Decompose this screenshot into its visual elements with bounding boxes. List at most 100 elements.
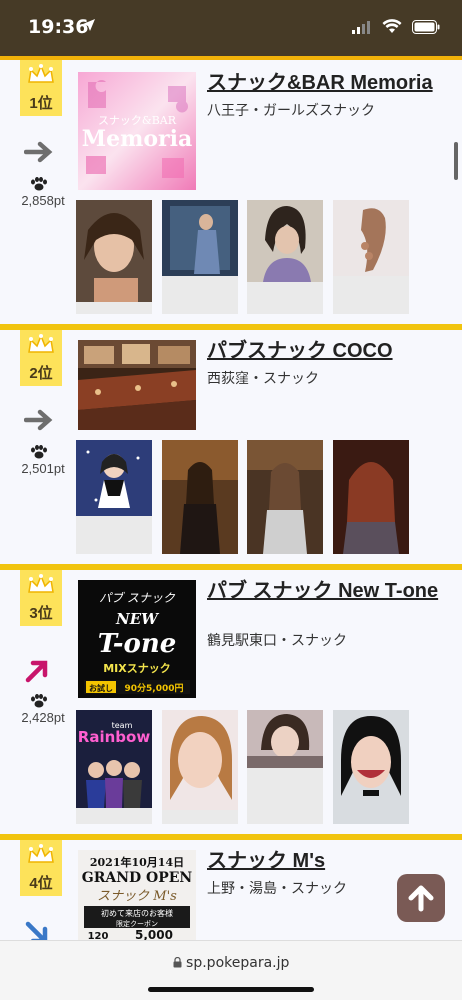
svg-text:お試し: お試し: [89, 683, 113, 693]
girl-photo-image: [247, 440, 323, 554]
svg-text:スナック M's: スナック M's: [97, 889, 177, 904]
svg-text:Memoria: Memoria: [82, 126, 193, 152]
shop-name-link[interactable]: パブ スナック New T-one: [207, 580, 447, 602]
girl-photo-image: [333, 440, 409, 554]
wifi-icon: [382, 19, 402, 33]
trend-down-arrow-icon: [25, 921, 48, 940]
lock-icon: [173, 956, 182, 968]
points: 2,428pt: [21, 710, 65, 725]
girl-photo-1[interactable]: team Rainbow: [76, 710, 152, 824]
shop-name-link[interactable]: パブスナック COCO: [207, 340, 447, 362]
battery-icon: [412, 19, 440, 34]
girl-photo-2[interactable]: [162, 710, 238, 824]
svg-text:120: 120: [88, 931, 109, 940]
svg-text:MIXスナック: MIXスナック: [103, 662, 171, 675]
rank-badge-bg: 2位: [20, 330, 62, 386]
svg-text:パブ スナック: パブ スナック: [99, 591, 176, 605]
rank-label: 1位: [29, 95, 53, 112]
trend-up-arrow-icon: [25, 660, 48, 683]
rank-card-3[interactable]: 3位 2,428pt パブ スナック NEW T-one MIXスナック お試し…: [0, 570, 462, 840]
svg-text:2021年10月14日: 2021年10月14日: [90, 855, 184, 869]
points: 2,501pt: [21, 461, 65, 476]
girl-photo-4[interactable]: [333, 440, 409, 554]
rank-badge: 4位: [20, 840, 62, 896]
svg-text:限定クーポン: 限定クーポン: [116, 919, 158, 928]
girl-photo-image: [76, 200, 152, 302]
rank-label: 2位: [29, 365, 53, 382]
shop-main-photo[interactable]: パブ スナック NEW T-one MIXスナック お試し 90分5,000円: [78, 580, 196, 698]
rank-card-4[interactable]: 4位 2021年10月14日 GRAND OPEN スナック M's 初めて来店…: [0, 840, 462, 940]
girl-photo-image: [247, 710, 323, 768]
rank-badge-bg: 3位: [20, 570, 62, 626]
girl-photo-image: [333, 200, 409, 276]
girl-photo-image: [162, 200, 238, 276]
shop-name-link[interactable]: スナック&BAR Memoria: [207, 72, 447, 94]
svg-text:NEW: NEW: [115, 610, 160, 628]
girl-photo-image: [333, 710, 409, 824]
svg-text:初めて来店のお客様: 初めて来店のお客様: [101, 908, 173, 918]
cellular-icon: [352, 20, 370, 34]
crown-icon: [28, 574, 54, 593]
home-indicator: [148, 987, 314, 992]
status-time: 19:36: [28, 16, 89, 38]
points: 2,858pt: [21, 193, 65, 208]
paw-icon: [31, 177, 47, 191]
url-domain: sp.pokepara.jp: [186, 955, 290, 971]
shop-area: 八王子・ガールズスナック: [207, 102, 375, 118]
bar-interior-photo: [78, 340, 196, 430]
paw-icon: [31, 445, 47, 459]
girl-photo-image: [247, 200, 323, 282]
rank-badge: 3位: [20, 570, 62, 626]
rank-card-2[interactable]: 2位 2,501pt パブスナック COCO 西荻窪・スナック: [0, 330, 462, 570]
memoria-logo: スナック&BAR Memoria: [78, 72, 196, 190]
new-tone-flyer: パブ スナック NEW T-one MIXスナック お試し 90分5,000円: [78, 580, 196, 698]
crown-icon: [28, 64, 54, 83]
shop-main-photo[interactable]: [78, 340, 196, 430]
status-icons: [352, 19, 440, 34]
url-display[interactable]: sp.pokepara.jp: [0, 955, 462, 971]
status-bar: 19:36: [0, 0, 462, 56]
girl-photo-3[interactable]: [247, 200, 323, 314]
girl-photo-2[interactable]: [162, 200, 238, 314]
svg-text:Rainbow: Rainbow: [78, 728, 151, 746]
rank-badge: 2位: [20, 330, 62, 386]
rank-badge-bg: 4位: [20, 840, 62, 896]
rank-card-1[interactable]: 1位 2,858pt スナック&BAR Memoria スナック&BAR Mem…: [0, 60, 462, 330]
arrow-up-icon: [408, 885, 434, 912]
girl-photo-image: team Rainbow: [76, 710, 152, 808]
svg-text:90分5,000円: 90分5,000円: [125, 682, 184, 694]
girl-photo-3[interactable]: [247, 710, 323, 824]
shop-name-link[interactable]: スナック M's: [207, 850, 447, 872]
rank-label: 4位: [29, 875, 53, 892]
rank-badge: 1位: [20, 60, 62, 116]
crown-icon: [28, 844, 54, 863]
ranking-list[interactable]: 1位 2,858pt スナック&BAR Memoria スナック&BAR Mem…: [0, 60, 462, 940]
trend-same-arrow-icon: [24, 141, 53, 163]
trend-same-arrow-icon: [24, 409, 53, 431]
shop-area: 鶴見駅東口・スナック: [207, 632, 347, 648]
grand-open-flyer: 2021年10月14日 GRAND OPEN スナック M's 初めて来店のお客…: [78, 850, 196, 940]
svg-text:T-one: T-one: [98, 629, 177, 659]
scrollbar-thumb[interactable]: [454, 142, 458, 180]
back-to-top-button[interactable]: [397, 874, 445, 922]
shop-area: 上野・湯島・スナック: [207, 880, 347, 896]
shop-main-photo[interactable]: 2021年10月14日 GRAND OPEN スナック M's 初めて来店のお客…: [78, 850, 196, 940]
girl-photo-image: [162, 440, 238, 554]
shop-area: 西荻窪・スナック: [207, 370, 319, 386]
girl-photo-image: [162, 710, 238, 810]
location-icon: [83, 19, 95, 31]
girl-photo-1[interactable]: [76, 440, 152, 554]
svg-text:5,000: 5,000: [135, 928, 173, 940]
rank-label: 3位: [29, 605, 53, 622]
girl-photo-2[interactable]: [162, 440, 238, 554]
girl-photo-image: [76, 440, 152, 516]
paw-icon: [31, 694, 47, 708]
girl-photo-1[interactable]: [76, 200, 152, 314]
crown-icon: [28, 334, 54, 353]
girl-photo-4[interactable]: [333, 710, 409, 824]
svg-text:GRAND OPEN: GRAND OPEN: [82, 870, 193, 886]
girl-photo-3[interactable]: [247, 440, 323, 554]
rank-badge-bg: 1位: [20, 60, 62, 116]
shop-main-photo[interactable]: スナック&BAR Memoria: [78, 72, 196, 190]
girl-photo-4[interactable]: [333, 200, 409, 314]
